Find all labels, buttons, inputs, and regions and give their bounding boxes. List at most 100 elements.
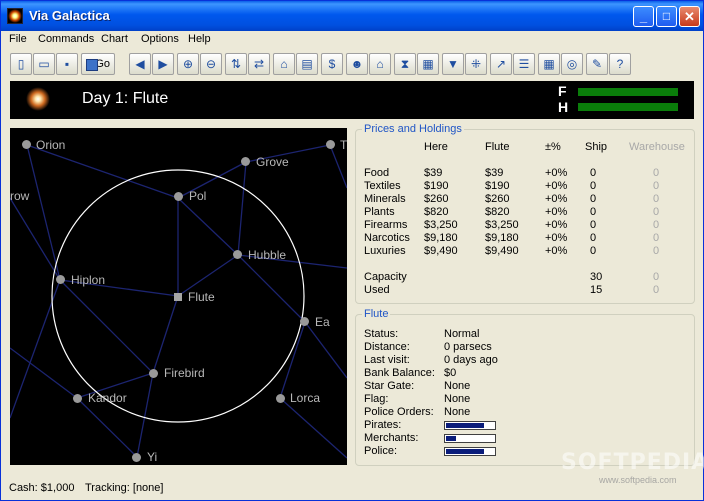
notes-icon[interactable]: ✎ — [586, 53, 608, 75]
network-icon[interactable]: ⁜ — [465, 53, 487, 75]
app-icon[interactable] — [7, 8, 23, 24]
star-label-pol[interactable]: Pol — [189, 189, 206, 203]
star-t[interactable] — [326, 140, 335, 149]
star-label-ea[interactable]: Ea — [315, 315, 330, 329]
back-icon[interactable]: ◀ — [129, 53, 151, 75]
capacity-label: Capacity — [364, 271, 407, 283]
book-icon[interactable]: ▦ — [417, 53, 439, 75]
star-label-orion[interactable]: Orion — [36, 138, 65, 152]
star-grove[interactable] — [241, 157, 250, 166]
price-here: $9,490 — [424, 245, 458, 257]
police-orders-label: Police Orders: — [364, 406, 434, 418]
ship-icon[interactable]: ⌂ — [273, 53, 295, 75]
menu-bar: File Commands Chart Options Help — [1, 31, 703, 49]
bank-balance-label: Bank Balance: — [364, 367, 435, 379]
grid-icon[interactable]: ▦ — [538, 53, 560, 75]
help-icon[interactable]: ? — [609, 53, 631, 75]
star-pol[interactable] — [174, 192, 183, 201]
crew-icon[interactable]: ☻ — [346, 53, 368, 75]
star-kandor[interactable] — [73, 394, 82, 403]
prices-group-title: Prices and Holdings — [362, 123, 464, 135]
star-label-t[interactable]: T — [340, 138, 347, 152]
price-change: +0% — [545, 245, 568, 257]
zoom-out-icon[interactable]: ⊖ — [200, 53, 222, 75]
price-change: +0% — [545, 232, 568, 244]
go-button[interactable]: Go — [81, 53, 115, 75]
merchants-meter — [444, 434, 496, 443]
bank-balance-value: $0 — [444, 367, 457, 379]
star-label-hiplon[interactable]: Hiplon — [71, 273, 105, 287]
pirates-label: Pirates: — [364, 419, 402, 431]
filter-icon[interactable]: ▼ — [442, 53, 464, 75]
minimize-button[interactable]: _ — [633, 6, 654, 27]
chart-icon[interactable]: ↗ — [490, 53, 512, 75]
menu-options[interactable]: Options — [141, 33, 179, 45]
star-orion[interactable] — [22, 140, 31, 149]
price-change: +0% — [545, 206, 568, 218]
warehouse-qty: 0 — [653, 219, 660, 231]
hourglass-icon[interactable]: ⧗ — [394, 53, 416, 75]
hull-label: H — [558, 99, 569, 115]
maximize-button[interactable]: □ — [656, 6, 677, 27]
star-label-lorca[interactable]: Lorca — [290, 391, 320, 405]
status-bar: Cash: $1,000 Tracking: [none] — [1, 477, 703, 500]
system-group-title: Flute — [362, 308, 391, 320]
title-bar[interactable]: Via Galactica _ □ ✕ — [1, 1, 703, 31]
col-here: Here — [424, 141, 448, 153]
warehouse-qty: 0 — [653, 180, 660, 192]
menu-help[interactable]: Help — [188, 33, 211, 45]
new-icon[interactable]: ▯ — [10, 53, 32, 75]
col-warehouse: Warehouse — [629, 141, 685, 153]
trade-icon[interactable]: ⇅ — [225, 53, 247, 75]
last-visit-label: Last visit: — [364, 354, 410, 366]
zoom-in-icon[interactable]: ⊕ — [177, 53, 199, 75]
police-label: Police: — [364, 445, 398, 457]
system-info-group: Flute Status: Normal Distance: 0 parsecs… — [355, 308, 695, 466]
home-icon[interactable]: ⌂ — [369, 53, 391, 75]
warehouse-qty: 0 — [653, 206, 660, 218]
star-hubble[interactable] — [233, 250, 242, 259]
status-label: Status: — [364, 328, 399, 340]
finance-icon[interactable]: ▤ — [296, 53, 318, 75]
fuel-bar — [578, 88, 678, 96]
commodity-name: Food — [364, 167, 390, 179]
price-flute: $9,490 — [485, 245, 519, 257]
forward-icon[interactable]: ▶ — [152, 53, 174, 75]
ship-qty: 0 — [590, 219, 597, 231]
star-label-flute[interactable]: Flute — [188, 290, 215, 304]
star-hiplon[interactable] — [56, 275, 65, 284]
globe-icon[interactable]: ◎ — [561, 53, 583, 75]
star-label-row[interactable]: row — [10, 189, 29, 203]
warehouse-qty: 0 — [653, 193, 660, 205]
star-yi[interactable] — [132, 453, 141, 462]
police-meter — [444, 447, 496, 456]
star-lorca[interactable] — [276, 394, 285, 403]
window-title: Via Galactica — [29, 8, 110, 23]
star-ea[interactable] — [300, 317, 309, 326]
star-label-firebird[interactable]: Firebird — [164, 366, 205, 380]
star-gate-value: None — [444, 380, 471, 392]
menu-commands[interactable]: Commands — [38, 33, 94, 45]
exchange-icon[interactable]: ⇄ — [248, 53, 270, 75]
fuel-label: F — [558, 83, 567, 99]
pirates-meter-fill — [446, 423, 484, 428]
star-label-grove[interactable]: Grove — [256, 155, 289, 169]
tracking-status: Tracking: [none] — [85, 482, 164, 494]
last-visit-value: 0 days ago — [444, 354, 498, 366]
list-icon[interactable]: ☰ — [513, 53, 535, 75]
menu-file[interactable]: File — [9, 33, 27, 45]
status-value: Normal — [444, 328, 480, 340]
star-flute-current[interactable] — [174, 293, 182, 301]
flag-label: Flag: — [364, 393, 389, 405]
save-icon[interactable]: ▪ — [56, 53, 78, 75]
star-firebird[interactable] — [149, 369, 158, 378]
commodity-name: Textiles — [364, 180, 401, 192]
star-chart[interactable]: Orion Grove T row Pol Hubble Hiplon Flut… — [10, 128, 347, 465]
menu-chart[interactable]: Chart — [101, 33, 128, 45]
open-icon[interactable]: ▭ — [33, 53, 55, 75]
star-label-yi[interactable]: Yi — [147, 450, 157, 464]
close-button[interactable]: ✕ — [679, 6, 700, 27]
star-label-hubble[interactable]: Hubble — [248, 248, 286, 262]
star-label-kandor[interactable]: Kandor — [88, 391, 127, 405]
dollar-icon[interactable]: $ — [321, 53, 343, 75]
